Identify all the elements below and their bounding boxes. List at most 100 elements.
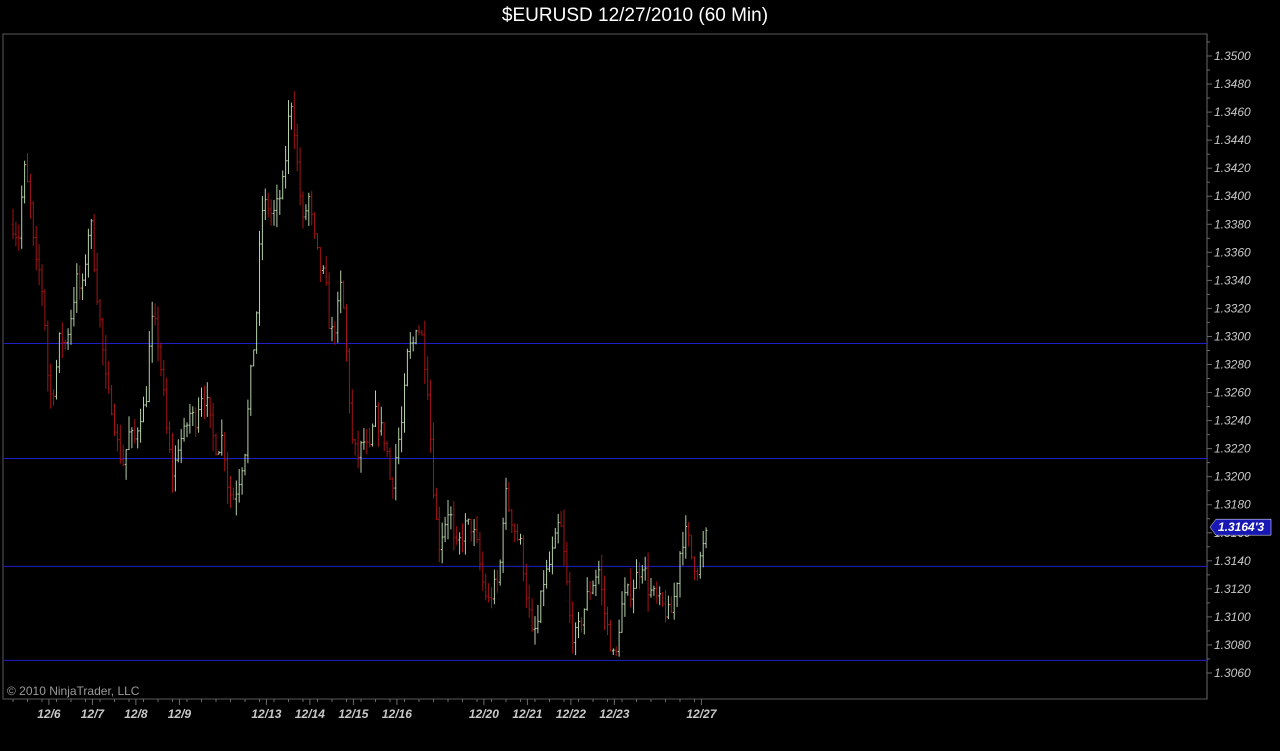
ohlc-bar-103 — [310, 190, 313, 226]
ohlc-bar-48 — [150, 301, 154, 363]
ohlc-bar-0 — [11, 208, 15, 239]
ohlc-bar-131 — [391, 477, 395, 499]
ohlc-bar-109 — [327, 272, 331, 330]
ohlc-bar-71 — [217, 451, 221, 455]
ohlc-bar-80 — [243, 453, 247, 476]
x-tick-label-2: 12/8 — [124, 707, 148, 721]
ohlc-bar-160 — [475, 515, 479, 544]
ohlc-bar-154 — [458, 532, 461, 555]
ohlc-bar-85 — [258, 230, 261, 326]
ohlc-bar-127 — [380, 406, 383, 436]
ohlc-bar-116 — [348, 348, 351, 414]
ohlc-bar-46 — [145, 386, 148, 408]
ohlc-bar-78 — [237, 468, 241, 503]
ohlc-bar-21 — [72, 286, 76, 327]
y-tick-label-4: 1.3140 — [1214, 554, 1251, 568]
ohlc-bar-221 — [652, 585, 656, 596]
ohlc-bar-151 — [449, 506, 453, 530]
ohlc-bar-1 — [14, 221, 18, 247]
y-tick-label-15: 1.3360 — [1214, 245, 1251, 259]
y-tick-label-0: 1.3060 — [1214, 666, 1251, 680]
ohlc-bar-34 — [110, 384, 113, 416]
ohlc-bar-145 — [432, 422, 435, 499]
ohlc-bar-11 — [43, 289, 47, 331]
chart-svg[interactable]: 1.30601.30801.31001.31201.31401.31601.31… — [0, 0, 1280, 751]
ohlc-bar-230 — [678, 551, 682, 598]
ohlc-bar-76 — [232, 487, 235, 501]
ohlc-bar-136 — [406, 348, 409, 387]
ohlc-bar-153 — [455, 526, 458, 545]
y-tick-label-17: 1.3400 — [1214, 189, 1251, 203]
x-tick-label-0: 12/6 — [37, 707, 61, 721]
ohlc-bar-17 — [61, 322, 64, 359]
ohlc-bar-152 — [452, 501, 456, 551]
ohlc-bar-217 — [641, 565, 644, 584]
ohlc-bar-39 — [124, 449, 128, 480]
ohlc-bar-208 — [614, 646, 618, 657]
ohlc-bar-163 — [484, 573, 487, 601]
ohlc-bar-209 — [617, 619, 621, 657]
ohlc-bar-175 — [519, 533, 522, 545]
ohlc-bar-233 — [687, 521, 690, 547]
y-tick-label-14: 1.3340 — [1214, 273, 1251, 287]
ohlc-bar-228 — [672, 582, 676, 620]
ohlc-bar-188 — [556, 513, 560, 544]
ohlc-bar-100 — [301, 191, 305, 229]
ohlc-bar-101 — [304, 204, 308, 221]
ohlc-bar-158 — [469, 518, 473, 542]
ohlc-bar-97 — [293, 91, 296, 150]
y-tick-label-1: 1.3080 — [1214, 638, 1251, 652]
ohlc-bar-47 — [148, 331, 151, 403]
ohlc-bar-124 — [371, 423, 374, 447]
ohlc-bar-113 — [339, 270, 342, 314]
ohlc-bar-24 — [81, 273, 84, 301]
ohlc-bar-219 — [646, 552, 650, 612]
ohlc-bar-106 — [319, 247, 322, 283]
ohlc-bar-180 — [533, 616, 537, 645]
ohlc-bar-117 — [351, 389, 354, 444]
y-tick-label-19: 1.3440 — [1214, 133, 1251, 147]
y-tick-label-16: 1.3380 — [1214, 217, 1251, 231]
ohlc-bar-115 — [345, 304, 348, 362]
ohlc-bar-139 — [414, 329, 418, 345]
y-tick-label-22: 1.3500 — [1214, 49, 1251, 63]
ohlc-bar-137 — [409, 332, 412, 359]
ohlc-bar-53 — [165, 377, 168, 434]
ohlc-bar-111 — [333, 321, 337, 345]
ohlc-bar-178 — [527, 584, 531, 619]
ohlc-bar-211 — [623, 577, 627, 617]
ohlc-bar-191 — [565, 541, 569, 586]
last-price-text: 1.3164'3 — [1218, 520, 1265, 534]
ohlc-bar-177 — [525, 563, 528, 608]
x-tick-label-6: 12/15 — [338, 707, 368, 721]
ohlc-bar-86 — [261, 196, 264, 261]
ohlc-bar-107 — [322, 265, 325, 275]
ohlc-bar-77 — [235, 480, 238, 516]
ohlc-bar-122 — [365, 428, 369, 455]
ohlc-bar-146 — [435, 487, 438, 521]
ohlc-bar-141 — [420, 330, 424, 336]
ohlc-bar-125 — [374, 390, 377, 428]
ohlc-bar-132 — [394, 444, 398, 501]
ohlc-bar-64 — [197, 397, 200, 433]
ohlc-bar-81 — [246, 399, 250, 464]
ohlc-bar-135 — [403, 373, 406, 433]
ohlc-bar-204 — [603, 575, 606, 630]
ohlc-bar-181 — [536, 605, 540, 634]
ohlc-bar-196 — [580, 617, 583, 633]
ohlc-bar-9 — [37, 244, 41, 286]
x-tick-label-4: 12/13 — [251, 707, 281, 721]
ohlc-bar-165 — [490, 587, 493, 609]
ohlc-bar-66 — [203, 385, 206, 420]
ohlc-bar-235 — [693, 556, 696, 581]
ohlc-bar-42 — [133, 419, 137, 444]
ohlc-bar-65 — [200, 387, 203, 417]
ohlc-bar-91 — [275, 184, 279, 228]
ohlc-bar-29 — [95, 252, 99, 305]
ohlc-bar-83 — [252, 349, 255, 367]
ohlc-bar-110 — [330, 316, 334, 342]
ohlc-bar-201 — [594, 569, 598, 597]
y-tick-label-21: 1.3480 — [1214, 77, 1251, 91]
ohlc-bar-44 — [139, 408, 142, 443]
ohlc-bar-134 — [400, 406, 403, 453]
